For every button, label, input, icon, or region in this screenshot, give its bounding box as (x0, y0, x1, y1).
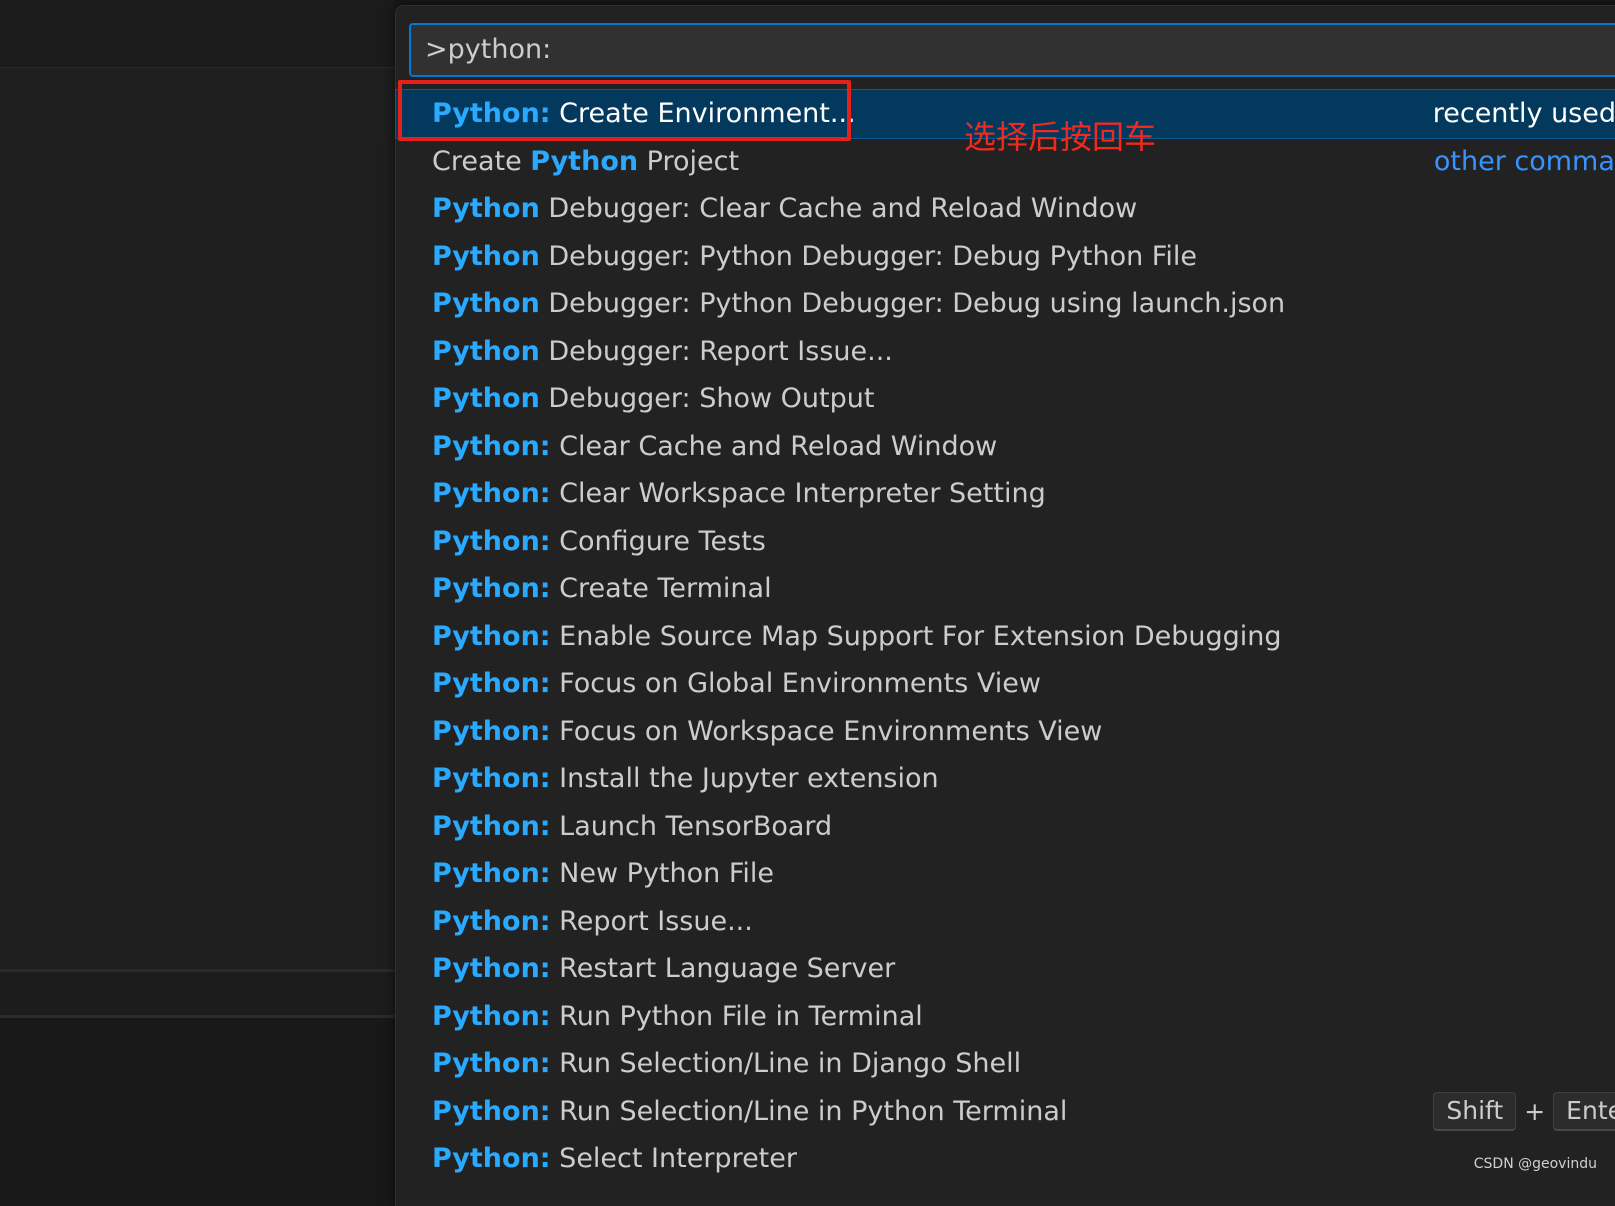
command-item[interactable]: Python Debugger: Clear Cache and Reload … (396, 185, 1615, 233)
command-item[interactable]: Python: Focus on Global Environments Vie… (396, 660, 1615, 708)
command-match-highlight: Python (432, 383, 540, 414)
command-match-highlight: Python: (432, 573, 551, 604)
editor-region (0, 141, 395, 969)
command-match-highlight: Python: (432, 621, 551, 652)
command-label: Run Selection/Line in Python Terminal (551, 1096, 1068, 1127)
command-match-highlight: Python: (432, 1143, 551, 1174)
command-prefix: Create (432, 146, 530, 177)
panel-header-region (0, 972, 395, 1015)
command-label: Debugger: Show Output (540, 383, 875, 414)
command-item[interactable]: Python Debugger: Python Debugger: Debug … (396, 233, 1615, 281)
command-item[interactable]: Python Debugger: Show Output (396, 375, 1615, 423)
command-list: Python: Create Environment...recently us… (396, 90, 1615, 1183)
annotation-text: 选择后按回车 (964, 117, 1156, 157)
command-item[interactable]: Python: New Python File (396, 850, 1615, 898)
title-bar-region (0, 0, 395, 66)
command-match-highlight: Python (530, 146, 638, 177)
command-label: Create Terminal (551, 573, 772, 604)
command-item[interactable]: Python: Configure Tests (396, 518, 1615, 566)
keybinding-key: Ente (1553, 1092, 1615, 1131)
command-item[interactable]: Python: Clear Cache and Reload Window (396, 423, 1615, 471)
command-item[interactable]: Python Debugger: Report Issue... (396, 328, 1615, 376)
keybinding: Shift+Ente (1433, 1092, 1615, 1132)
command-label: Run Python File in Terminal (551, 1001, 923, 1032)
command-match-highlight: Python: (432, 1048, 551, 1079)
command-item[interactable]: Python: Restart Language Server (396, 945, 1615, 993)
command-match-highlight: Python: (432, 953, 551, 984)
command-match-highlight: Python: (432, 906, 551, 937)
panel-region (0, 1018, 395, 1186)
keybinding-key: Shift (1433, 1092, 1516, 1131)
watermark: CSDN @geovindu (1474, 1156, 1597, 1172)
command-item[interactable]: Python: Select Interpreter (396, 1135, 1615, 1183)
command-item[interactable]: Python: Focus on Workspace Environments … (396, 708, 1615, 756)
command-match-highlight: Python: (432, 478, 551, 509)
command-item[interactable]: Python: Run Python File in Terminal (396, 993, 1615, 1041)
other-commands-link[interactable]: other commar (1434, 138, 1615, 186)
command-item[interactable]: Python: Enable Source Map Support For Ex… (396, 613, 1615, 661)
command-item[interactable]: Python Debugger: Python Debugger: Debug … (396, 280, 1615, 328)
editor-tabs-region (0, 67, 395, 142)
command-label: Enable Source Map Support For Extension … (551, 621, 1282, 652)
command-label: Clear Cache and Reload Window (551, 431, 998, 462)
command-match-highlight: Python (432, 288, 540, 319)
command-label: Launch TensorBoard (551, 811, 833, 842)
command-item[interactable]: Python: Report Issue... (396, 898, 1615, 946)
command-label: New Python File (551, 858, 774, 889)
command-match-highlight: Python: (432, 716, 551, 747)
command-label: Clear Workspace Interpreter Setting (551, 478, 1046, 509)
command-label: Project (638, 146, 739, 177)
command-match-highlight: Python: (432, 858, 551, 889)
command-match-highlight: Python: (432, 811, 551, 842)
command-item[interactable]: Python: Create Terminal (396, 565, 1615, 613)
command-palette-input[interactable]: >python: (409, 23, 1615, 77)
command-match-highlight: Python: (432, 1001, 551, 1032)
command-label: Debugger: Python Debugger: Debug Python … (540, 241, 1197, 272)
command-match-highlight: Python (432, 241, 540, 272)
command-label: Install the Jupyter extension (551, 763, 939, 794)
command-match-highlight: Python (432, 336, 540, 367)
command-label: Configure Tests (551, 526, 766, 557)
annotation-highlight-box (398, 80, 851, 141)
command-label: Focus on Workspace Environments View (551, 716, 1103, 747)
command-label: Run Selection/Line in Django Shell (551, 1048, 1022, 1079)
command-palette: >python: Python: Create Environment...re… (395, 5, 1615, 1206)
recently-used-label: recently used (1433, 90, 1615, 138)
command-match-highlight: Python: (432, 668, 551, 699)
keybinding-separator: + (1524, 1088, 1545, 1136)
command-item[interactable]: Python: Install the Jupyter extension (396, 755, 1615, 803)
command-label: Debugger: Python Debugger: Debug using l… (540, 288, 1285, 319)
command-match-highlight: Python: (432, 763, 551, 794)
command-item[interactable]: Python: Launch TensorBoard (396, 803, 1615, 851)
command-label: Debugger: Clear Cache and Reload Window (540, 193, 1137, 224)
command-match-highlight: Python: (432, 431, 551, 462)
command-item[interactable]: Python: Run Selection/Line in Python Ter… (396, 1088, 1615, 1136)
command-label: Report Issue... (551, 906, 753, 937)
command-item[interactable]: Python: Clear Workspace Interpreter Sett… (396, 470, 1615, 518)
command-match-highlight: Python (432, 193, 540, 224)
command-label: Focus on Global Environments View (551, 668, 1041, 699)
command-label: Debugger: Report Issue... (540, 336, 893, 367)
command-label: Select Interpreter (551, 1143, 797, 1174)
command-label: Restart Language Server (551, 953, 896, 984)
command-item[interactable]: Python: Run Selection/Line in Django She… (396, 1040, 1615, 1088)
command-match-highlight: Python: (432, 1096, 551, 1127)
command-match-highlight: Python: (432, 526, 551, 557)
